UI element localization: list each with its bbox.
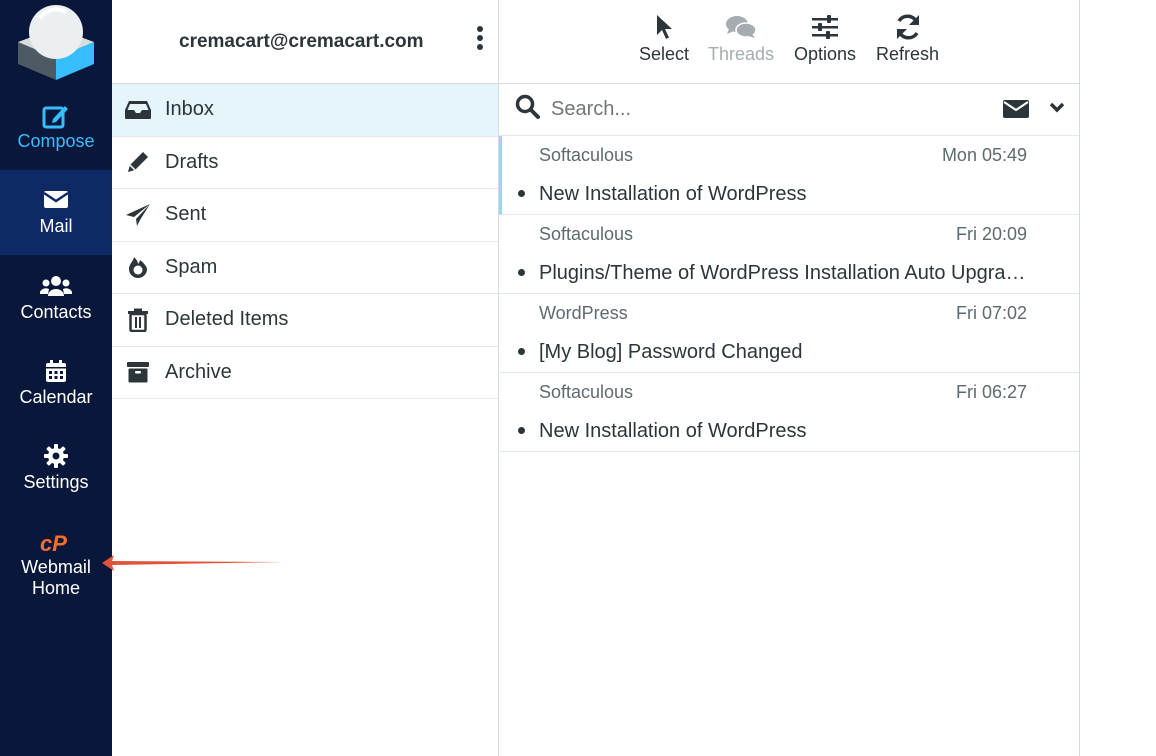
unread-dot-icon: [518, 190, 525, 197]
select-label: Select: [639, 44, 690, 64]
message-row[interactable]: Softaculous Fri 06:27 New Installation o…: [499, 373, 1079, 452]
app-nav: Compose Mail Contacts Calendar Settings …: [0, 0, 112, 756]
nav-settings[interactable]: Settings: [0, 426, 112, 511]
message-date: Fri 06:27: [955, 382, 1027, 402]
folder-label: Spam: [165, 255, 218, 278]
envelope-icon: [43, 188, 69, 216]
threads-button[interactable]: Threads: [708, 10, 774, 65]
message-row[interactable]: WordPress Fri 07:02 [My Blog] Password C…: [499, 294, 1079, 373]
account-header: cremacart@cremacart.com: [112, 0, 498, 84]
refresh-label: Refresh: [876, 44, 940, 64]
message-date: Fri 20:09: [955, 224, 1027, 244]
roundcube-logo[interactable]: [0, 0, 112, 84]
account-email: cremacart@cremacart.com: [179, 30, 424, 52]
cpanel-icon: cP: [39, 531, 73, 557]
nav-compose[interactable]: Compose: [0, 86, 112, 168]
annotation-arrow: [102, 555, 284, 571]
message-from: Softaculous: [539, 382, 634, 402]
folder-label: Archive: [165, 360, 232, 383]
folder-label: Inbox: [165, 98, 214, 121]
more-options-icon[interactable]: [474, 26, 486, 56]
message-toolbar: Select Threads Options Refresh: [499, 0, 1079, 84]
paper-plane-icon: [124, 203, 152, 227]
compose-icon: [42, 103, 70, 131]
nav-contacts[interactable]: Contacts: [0, 256, 112, 341]
nav-webmail-label-line2: Home: [31, 578, 80, 598]
unread-dot-icon: [518, 348, 525, 355]
pencil-icon: [124, 150, 152, 174]
options-label: Options: [794, 44, 857, 64]
envelope-icon[interactable]: [1003, 99, 1029, 124]
message-subject: Plugins/Theme of WordPress Installation …: [539, 262, 1034, 284]
message-subject: New Installation of WordPress: [539, 420, 807, 442]
nav-calendar[interactable]: Calendar: [0, 341, 112, 426]
message-row[interactable]: Softaculous Mon 05:49 New Installation o…: [499, 136, 1079, 215]
options-button[interactable]: Options: [794, 10, 856, 65]
comments-icon: [725, 10, 757, 44]
nav-settings-label: Settings: [23, 472, 89, 492]
users-icon: [39, 274, 73, 302]
message-row[interactable]: Softaculous Fri 20:09 Plugins/Theme of W…: [499, 215, 1079, 294]
nav-calendar-label: Calendar: [19, 387, 93, 407]
folder-archive[interactable]: Archive: [112, 347, 498, 399]
message-from: WordPress: [539, 303, 628, 323]
folder-spam[interactable]: Spam: [112, 242, 498, 294]
nav-webmail-label-line1: Webmail: [21, 557, 91, 577]
archive-icon: [124, 360, 152, 384]
message-list-panel: Select Threads Options Refresh Search...…: [499, 0, 1080, 756]
trash-icon: [124, 308, 152, 332]
threads-label: Threads: [708, 44, 775, 64]
search-input[interactable]: [551, 98, 971, 121]
search-bar: [499, 84, 1079, 136]
message-subject: [My Blog] Password Changed: [539, 341, 803, 363]
inbox-icon: [124, 98, 152, 122]
folder-drafts[interactable]: Drafts: [112, 137, 498, 189]
chevron-down-icon[interactable]: [1049, 101, 1065, 119]
refresh-icon: [894, 10, 922, 44]
message-date: Mon 05:49: [941, 145, 1027, 165]
folder-deleted-items[interactable]: Deleted Items: [112, 294, 498, 347]
nav-contacts-label: Contacts: [20, 302, 92, 322]
cursor-icon: [655, 10, 673, 44]
select-button[interactable]: Select: [639, 10, 689, 65]
unread-dot-icon: [518, 269, 525, 276]
fire-icon: [124, 255, 152, 279]
sliders-icon: [811, 10, 839, 44]
folder-label: Sent: [165, 203, 207, 226]
message-subject: New Installation of WordPress: [539, 183, 807, 205]
message-from: Softaculous: [539, 145, 634, 165]
message-date: Fri 07:02: [955, 303, 1027, 323]
calendar-icon: [45, 359, 67, 387]
folder-sent[interactable]: Sent: [112, 189, 498, 242]
svg-text:cP: cP: [40, 531, 67, 555]
unread-dot-icon: [518, 427, 525, 434]
nav-compose-label: Compose: [17, 130, 95, 151]
nav-webmail-home[interactable]: cP Webmail Home: [0, 515, 112, 615]
folder-inbox[interactable]: Inbox: [112, 84, 498, 137]
refresh-button[interactable]: Refresh: [876, 10, 939, 65]
folder-label: Drafts: [165, 150, 219, 173]
gear-icon: [44, 444, 68, 472]
message-from: Softaculous: [539, 224, 634, 244]
nav-mail-label: Mail: [39, 216, 73, 236]
folder-label: Deleted Items: [165, 308, 289, 331]
nav-mail[interactable]: Mail: [0, 170, 112, 255]
folder-panel: cremacart@cremacart.com Inbox Drafts Sen…: [112, 0, 499, 756]
search-icon: [515, 94, 541, 125]
